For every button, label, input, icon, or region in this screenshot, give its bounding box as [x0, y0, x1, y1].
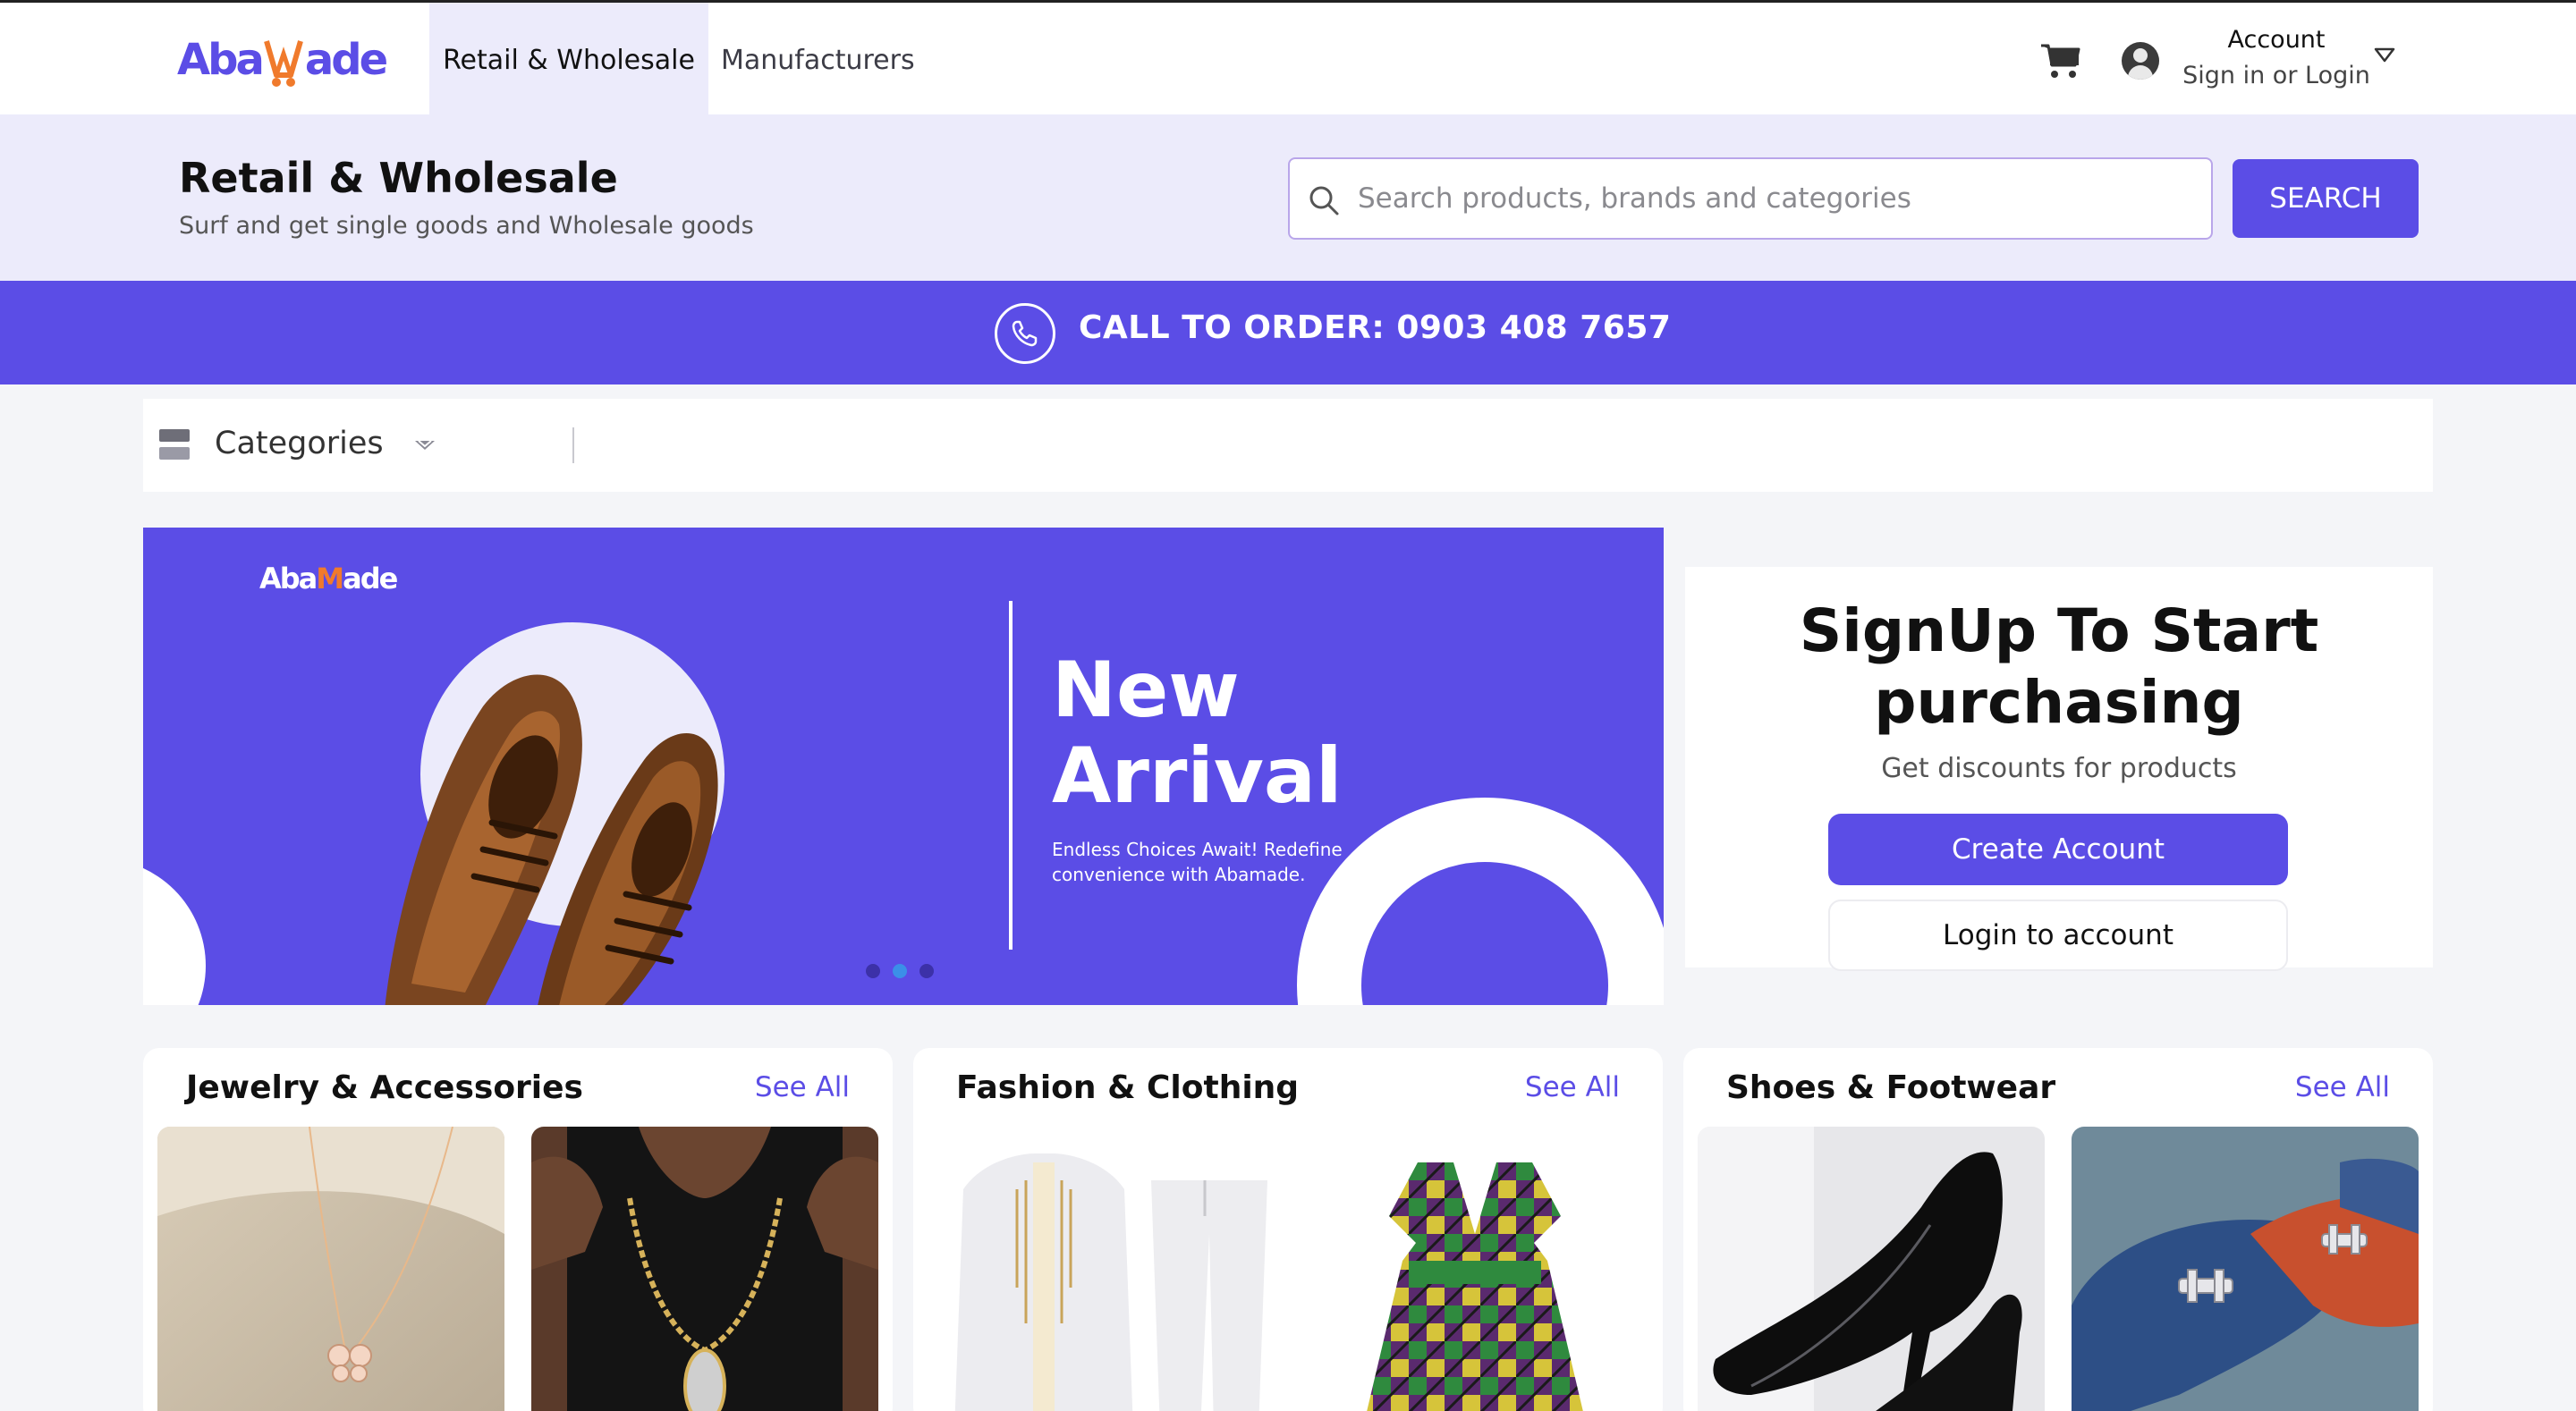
categories-icon[interactable]: [159, 429, 190, 460]
section-title: Jewelry & Accessories: [186, 1069, 583, 1106]
decor-ring: [1297, 798, 1664, 1005]
search-button[interactable]: SEARCH: [2233, 159, 2419, 238]
login-account-button[interactable]: Login to account: [1828, 900, 2288, 971]
logo-wordmark-b: ade: [304, 35, 388, 85]
shoes-image: [385, 674, 718, 1005]
product-tile-ankara-dress[interactable]: [1301, 1127, 1648, 1411]
product-tile-heels[interactable]: [1698, 1127, 2045, 1411]
section-title: Fashion & Clothing: [956, 1069, 1300, 1106]
abamade-logo[interactable]: Aba ade: [177, 33, 388, 87]
carousel-dots: [866, 964, 934, 978]
signup-subtitle: Get discounts for products: [1881, 753, 2237, 784]
categories-dropdown[interactable]: Categories: [215, 426, 384, 461]
signup-title-line2: purchasing: [1874, 668, 2244, 737]
carousel-dot-2[interactable]: [893, 964, 907, 978]
page-title: Retail & Wholesale: [179, 154, 618, 202]
see-all-link[interactable]: See All: [755, 1071, 850, 1103]
top-navigation: Aba ade Retail & Wholesale Manufacturers …: [0, 0, 2576, 117]
banner-title-line2: Arrival: [1052, 731, 1343, 821]
product-tile-loafers[interactable]: [2072, 1127, 2419, 1411]
section-fashion-clothing: Fashion & Clothing See All: [913, 1048, 1663, 1411]
signup-card: SignUp To Start purchasing Get discounts…: [1685, 567, 2433, 971]
caret-down-icon[interactable]: [413, 438, 436, 454]
banner-logo: AbaMade: [259, 562, 398, 596]
decor-circle: [143, 858, 206, 1005]
tab-manufacturers[interactable]: Manufacturers: [721, 3, 915, 117]
call-to-order-bar: CALL TO ORDER: 0903 408 7657: [0, 281, 2576, 384]
product-tile-white-outfit[interactable]: [928, 1127, 1275, 1411]
banner-divider: [1009, 601, 1013, 950]
carousel-dot-1[interactable]: [866, 964, 880, 978]
chevron-down-icon[interactable]: [2374, 47, 2395, 63]
call-to-order-text[interactable]: CALL TO ORDER: 0903 408 7657: [1079, 309, 1671, 346]
user-avatar-icon[interactable]: [2122, 42, 2159, 80]
search-box: [1288, 157, 2213, 240]
carousel-dot-3[interactable]: [919, 964, 934, 978]
tab-label: Retail & Wholesale: [443, 44, 695, 76]
banner-description: Endless Choices Await! Redefine convenie…: [1052, 839, 1343, 885]
phone-icon: [995, 303, 1055, 364]
divider: [572, 427, 574, 463]
product-tile-necklace[interactable]: [157, 1127, 504, 1411]
banner-title-line1: New: [1052, 646, 1240, 735]
see-all-link[interactable]: See All: [1525, 1071, 1620, 1103]
tab-label: Manufacturers: [721, 44, 915, 76]
account-title[interactable]: Account: [2191, 26, 2361, 54]
page-subtitle: Surf and get single goods and Wholesale …: [179, 212, 754, 240]
see-all-link[interactable]: See All: [2295, 1071, 2390, 1103]
search-input[interactable]: [1358, 159, 2199, 238]
banner-title: New Arrival: [1052, 647, 1342, 819]
section-jewelry-accessories: Jewelry & Accessories See All: [143, 1048, 893, 1411]
create-account-button[interactable]: Create Account: [1828, 814, 2288, 885]
account-signin-link[interactable]: Sign in or Login: [2174, 62, 2379, 89]
tab-retail-wholesale[interactable]: Retail & Wholesale: [429, 3, 708, 117]
section-title: Shoes & Footwear: [1726, 1069, 2056, 1106]
search-icon: [1308, 184, 1340, 216]
product-tile-chain[interactable]: [531, 1127, 878, 1411]
logo-wordmark-a: Aba: [177, 35, 265, 85]
logo-cart-icon: [264, 36, 303, 87]
section-shoes-footwear: Shoes & Footwear See All: [1683, 1048, 2433, 1411]
signup-title-line1: SignUp To Start: [1799, 596, 2319, 665]
cart-icon[interactable]: [2039, 40, 2082, 80]
signup-title: SignUp To Start purchasing: [1685, 596, 2433, 739]
categories-bar: Categories: [143, 399, 2433, 492]
promo-banner[interactable]: AbaMade New Arrival Endless Choices Awai…: [143, 528, 1664, 1005]
